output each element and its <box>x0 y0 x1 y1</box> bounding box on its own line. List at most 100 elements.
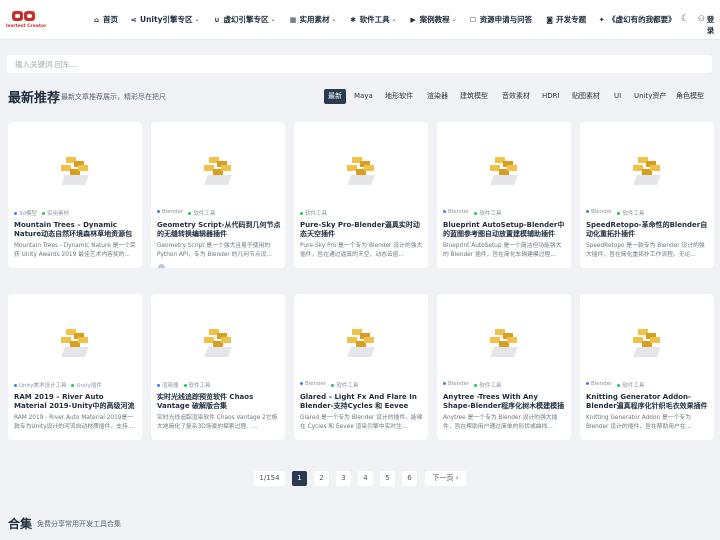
page-button[interactable]: 3 <box>336 471 351 486</box>
post-card[interactable]: 渲染器 软件工具 实时光线追踪预览软件 Chaos Vantage 破解版合集 实… <box>151 294 285 440</box>
card-thumbnail[interactable] <box>294 294 428 376</box>
card-description: 实时光线追踪渲染软件 Chaos Vantage 2它极大地简化了复杂3D场景的… <box>157 415 278 430</box>
nav-item[interactable]: ◙ 开发专题 <box>545 14 586 25</box>
card-title[interactable]: SpeedRetopo-革命性的Blender自动化重拓扑插件 <box>586 221 710 239</box>
category-tab[interactable]: 渲染器 <box>423 89 452 104</box>
nav-item[interactable]: ▦ 实用素材 ⌄ <box>289 14 337 25</box>
page-button[interactable]: 4 <box>358 471 373 486</box>
card-description: SpeedRetopo 是一款专为 Blender 设计的强大插件，旨在简化重拓… <box>586 243 705 258</box>
tag[interactable]: Blender <box>300 381 326 389</box>
tag[interactable]: 软件工具 <box>474 381 501 389</box>
card-description: Anytree 是一个专为 Blender 设计的强大插件，旨在帮助用户通过简单… <box>443 415 558 430</box>
category-tab[interactable]: HDRI <box>538 89 564 104</box>
page-button[interactable]: 5 <box>380 471 395 486</box>
nav-item[interactable]: ∪ 虚幻引擎专区 ⌄ <box>213 14 276 25</box>
post-card[interactable]: Blender 软件工具 Glared – Light Fx And Flare … <box>294 294 428 440</box>
page-button[interactable]: 1 <box>292 471 307 486</box>
tag[interactable]: Blender <box>443 209 469 217</box>
tag[interactable]: 实用素材 <box>42 209 69 217</box>
category-tab[interactable]: 角色模型 <box>672 89 708 104</box>
card-title[interactable]: Geometry Script-从代码到几何节点的无缝转换编辑器插件 <box>157 221 281 239</box>
nav-item[interactable]: ✦ 《虚幻有的我都要》 <box>597 14 676 25</box>
card-thumbnail[interactable] <box>8 294 142 376</box>
post-card[interactable]: Blender 软件工具 SpeedRetopo-革命性的Blender自动化重拓… <box>580 122 714 268</box>
tag[interactable]: 软件工具 <box>300 209 327 217</box>
post-card[interactable]: Blender 软件工具 Anytree -Trees With Any Shap… <box>437 294 571 440</box>
search-icon[interactable]: ⌕ <box>646 11 660 27</box>
category-tab[interactable]: 贴图素材 <box>568 89 604 104</box>
tag[interactable]: 软件工具 <box>474 209 501 217</box>
tag[interactable]: 软件工具 <box>331 381 358 389</box>
post-card[interactable]: 3d模型 实用素材 Mountain Trees – Dynamic Nature… <box>8 122 142 268</box>
tag[interactable]: 3d模型 <box>14 209 37 217</box>
collection-title: 合集 <box>8 517 33 531</box>
category-tab[interactable]: 建筑模型 <box>456 89 492 104</box>
category-tab[interactable]: 最新 <box>324 89 346 104</box>
nav-item[interactable]: ▶ 案例教程 ⌄ <box>409 14 457 25</box>
card-thumbnail[interactable] <box>437 294 571 376</box>
card-thumbnail[interactable] <box>151 294 285 376</box>
nav-label: 软件工具 <box>359 15 390 24</box>
nav-item[interactable]: ✱ 软件工具 ⌄ <box>349 14 396 25</box>
post-card[interactable]: 软件工具 Pure-Sky Pro-Blender逼真实时动态天空插件 Pure… <box>294 122 428 268</box>
tag[interactable]: 渲染器 <box>157 381 179 389</box>
tag[interactable]: 软件工具 <box>617 209 644 217</box>
card-thumbnail[interactable] <box>580 294 714 376</box>
tag[interactable]: Unity美术设计工具 <box>14 381 66 389</box>
tag[interactable]: 软件工具 <box>184 381 211 389</box>
post-card[interactable]: Blender 软件工具 Knitting Generator Addon-Ble… <box>580 294 714 440</box>
chevron-down-icon: ⌄ <box>270 16 276 23</box>
page-button[interactable]: 2 <box>314 471 329 486</box>
card-title[interactable]: Mountain Trees – Dynamic Nature动态自然环境森林草… <box>14 221 138 239</box>
card-thumbnail[interactable] <box>151 122 285 204</box>
card-thumbnail[interactable] <box>437 122 571 204</box>
next-page-button[interactable]: 下一页 › <box>425 471 466 486</box>
tag[interactable]: Blender <box>443 381 469 389</box>
placeholder-cube-icon <box>204 327 232 357</box>
card-title[interactable]: Blueprint AutoSetup-Blender中的蓝图参考图自动放置建模… <box>443 221 567 239</box>
nav-label: 案例教程 <box>419 15 450 24</box>
post-card[interactable]: Unity美术设计工具 Unity插件 RAM 2019 – River Auto… <box>8 294 142 440</box>
category-tab[interactable]: 音效素材 <box>498 89 534 104</box>
card-title[interactable]: RAM 2019 – River Auto Material 2019-Unit… <box>14 393 138 411</box>
card-title[interactable]: Knitting Generator Addon-Blender逼真程序化针织毛… <box>586 393 710 411</box>
category-tab[interactable]: Maya <box>350 89 377 104</box>
tag[interactable]: 软件工具 <box>617 381 644 389</box>
card-title[interactable]: Glared – Light Fx And Flare In Blender-支… <box>300 393 424 411</box>
tag[interactable]: Blender <box>157 209 183 217</box>
moon-icon[interactable]: ☾ <box>678 11 692 27</box>
card-title[interactable]: 实时光线追踪预览软件 Chaos Vantage 破解版合集 <box>157 393 281 411</box>
tag[interactable]: 软件工具 <box>188 209 215 217</box>
placeholder-cube-icon <box>61 327 89 357</box>
category-tab[interactable]: Unity资产 <box>630 89 670 104</box>
category-tab[interactable]: 地形软件 <box>381 89 417 104</box>
login-label: 登录 <box>706 15 715 35</box>
gear-icon: ✱ <box>350 15 357 24</box>
post-card[interactable]: Blender 软件工具 Blueprint AutoSetup-Blender中… <box>437 122 571 268</box>
magnet-icon: ∪ <box>214 15 220 24</box>
tag[interactable]: Blender <box>586 381 612 389</box>
chevron-down-icon: ⌄ <box>451 16 457 23</box>
next-label: 下一页 <box>432 474 454 482</box>
page-info: 1/154 <box>254 471 285 486</box>
card-tags: Blender 软件工具 <box>443 209 501 217</box>
tag[interactable]: Blender <box>586 209 612 217</box>
login-link[interactable]: ⚇ 登录 <box>698 14 720 36</box>
avatar[interactable] <box>157 263 166 268</box>
site-logo[interactable]: Isertest Creator <box>6 8 46 32</box>
category-tab[interactable]: UI <box>610 89 625 104</box>
card-description: Blueprint AutoSetup 是一个简洁但功能强大的 Blender … <box>443 243 562 258</box>
search-input[interactable] <box>15 57 705 71</box>
card-title[interactable]: Pure-Sky Pro-Blender逼真实时动态天空插件 <box>300 221 424 239</box>
nav-item[interactable]: ⌂ 首页 <box>92 14 118 25</box>
card-thumbnail[interactable] <box>8 122 142 204</box>
nav-item[interactable]: ☐ 资源申请与问答 <box>469 14 532 25</box>
card-title[interactable]: Anytree -Trees With Any Shape-Blender程序化… <box>443 393 567 411</box>
placeholder-cube-icon <box>490 327 518 357</box>
page-button[interactable]: 6 <box>402 471 417 486</box>
tag[interactable]: Unity插件 <box>71 381 101 389</box>
card-thumbnail[interactable] <box>294 122 428 204</box>
post-card[interactable]: Blender 软件工具 Geometry Script-从代码到几何节点的无缝转… <box>151 122 285 268</box>
nav-item[interactable]: ⋖ Unity引擎专区 ⌄ <box>129 14 200 25</box>
card-thumbnail[interactable] <box>580 122 714 204</box>
